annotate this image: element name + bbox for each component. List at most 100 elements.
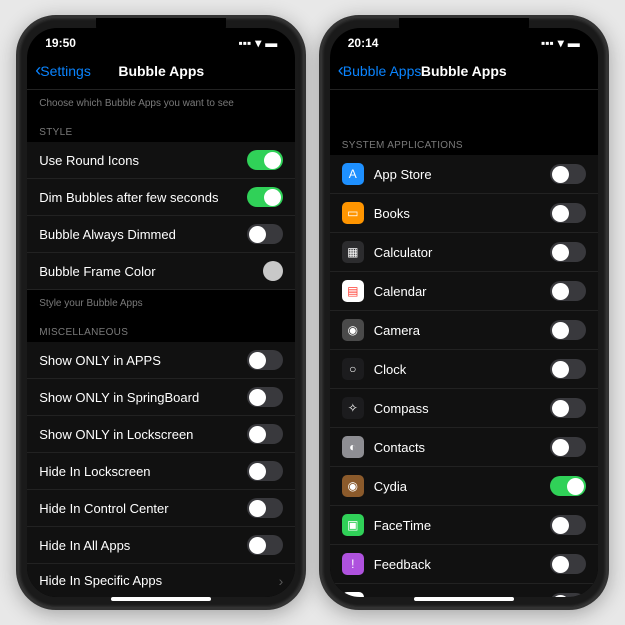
section-header-style: STYLE xyxy=(27,113,295,142)
section-header-system-apps: SYSTEM APPLICATIONS xyxy=(330,90,598,155)
phone-right: 20:14 ▪▪▪ ▾ ▬ ‹ Bubble Apps Bubble Apps … xyxy=(319,15,609,610)
setting-row: Use Round Icons xyxy=(27,142,295,179)
content[interactable]: SYSTEM APPLICATIONS A App Store ▭ Books ▦ Cal… xyxy=(330,90,598,597)
app-label: Compass xyxy=(374,401,550,416)
section-header-misc: MISCELLANEOUS xyxy=(27,313,295,342)
app-row: ○Clock xyxy=(330,350,598,389)
app-label: Calendar xyxy=(374,284,550,299)
setting-row: Dim Bubbles after few seconds xyxy=(27,179,295,216)
screen: 20:14 ▪▪▪ ▾ ▬ ‹ Bubble Apps Bubble Apps … xyxy=(330,28,598,597)
app-row: ◐ Contacts xyxy=(330,428,598,467)
app-icon: ✧ xyxy=(342,397,364,419)
screen: 19:50 ▪▪▪ ▾ ▬ ‹ Settings Bubble Apps Cho… xyxy=(27,28,295,597)
app-row: ! Feedback xyxy=(330,545,598,584)
battery-icon: ▬ xyxy=(568,36,580,50)
setting-row: Hide In All Apps xyxy=(27,527,295,564)
status-time: 20:14 xyxy=(348,36,379,50)
nav-bar: ‹ Bubble Apps Bubble Apps xyxy=(330,54,598,90)
app-label: FaceTime xyxy=(374,518,550,533)
app-toggle[interactable] xyxy=(550,437,586,457)
setting-label: Show ONLY in SpringBoard xyxy=(39,390,247,405)
setting-label: Show ONLY in APPS xyxy=(39,353,247,368)
setting-label: Bubble Always Dimmed xyxy=(39,227,247,242)
app-label: Cydia xyxy=(374,479,550,494)
app-icon: ▦ xyxy=(342,241,364,263)
signal-icon: ▪▪▪ xyxy=(238,36,251,50)
app-icon: ! xyxy=(342,553,364,575)
misc-toggle[interactable] xyxy=(247,424,283,444)
app-icon: ▭ xyxy=(342,202,364,224)
color-dot[interactable] xyxy=(263,261,283,281)
app-label: App Store xyxy=(374,167,550,182)
app-row: A App Store xyxy=(330,155,598,194)
chevron-right-icon: › xyxy=(279,573,284,589)
app-toggle[interactable] xyxy=(550,359,586,379)
content[interactable]: Choose which Bubble Apps you want to see… xyxy=(27,90,295,597)
style-toggle[interactable] xyxy=(247,224,283,244)
misc-toggle[interactable] xyxy=(247,387,283,407)
app-row: ▦ Calculator xyxy=(330,233,598,272)
app-label: Books xyxy=(374,206,550,221)
battery-icon: ▬ xyxy=(265,36,277,50)
wifi-icon: ▾ xyxy=(255,36,261,50)
app-row: ▭ Books xyxy=(330,194,598,233)
app-icon: ▣ xyxy=(342,514,364,536)
app-label: Calculator xyxy=(374,245,550,260)
back-label: Bubble Apps xyxy=(343,63,422,79)
style-toggle[interactable] xyxy=(247,187,283,207)
app-icon: ◐ xyxy=(342,436,364,458)
notch xyxy=(96,18,226,42)
setting-row: Hide In Lockscreen xyxy=(27,453,295,490)
app-row: ▣ FaceTime xyxy=(330,506,598,545)
app-toggle[interactable] xyxy=(550,554,586,574)
app-toggle[interactable] xyxy=(550,164,586,184)
setting-label: Hide In Lockscreen xyxy=(39,464,247,479)
misc-toggle[interactable] xyxy=(247,498,283,518)
nav-bar: ‹ Settings Bubble Apps xyxy=(27,54,295,90)
app-toggle[interactable] xyxy=(550,320,586,340)
app-toggle[interactable] xyxy=(550,281,586,301)
status-time: 19:50 xyxy=(45,36,76,50)
misc-toggle[interactable] xyxy=(247,350,283,370)
setting-row: Show ONLY in APPS xyxy=(27,342,295,379)
app-row: ◉Camera xyxy=(330,311,598,350)
app-toggle[interactable] xyxy=(550,515,586,535)
app-label: Feedback xyxy=(374,557,550,572)
style-toggle[interactable] xyxy=(247,150,283,170)
style-footer: Style your Bubble Apps xyxy=(27,290,295,313)
misc-toggle[interactable] xyxy=(247,535,283,555)
app-icon: ▤ xyxy=(342,280,364,302)
page-title: Bubble Apps xyxy=(118,63,204,79)
status-icons: ▪▪▪ ▾ ▬ xyxy=(541,36,580,50)
notch xyxy=(399,18,529,42)
app-icon: ○ xyxy=(342,358,364,380)
app-toggle[interactable] xyxy=(550,476,586,496)
setting-row: Show ONLY in SpringBoard xyxy=(27,379,295,416)
app-row: ▤ Calendar xyxy=(330,272,598,311)
back-label: Settings xyxy=(40,63,91,79)
app-icon: ▢ xyxy=(342,592,364,597)
app-row: ✧ Compass xyxy=(330,389,598,428)
setting-label: Show ONLY in Lockscreen xyxy=(39,427,247,442)
setting-label: Dim Bubbles after few seconds xyxy=(39,190,247,205)
app-toggle[interactable] xyxy=(550,242,586,262)
setting-label: Hide In Control Center xyxy=(39,501,247,516)
status-icons: ▪▪▪ ▾ ▬ xyxy=(238,36,277,50)
app-icon: ◉ xyxy=(342,319,364,341)
app-toggle[interactable] xyxy=(550,593,586,597)
setting-row: Show ONLY in Lockscreen xyxy=(27,416,295,453)
app-icon: ◉ xyxy=(342,475,364,497)
page-description: Choose which Bubble Apps you want to see xyxy=(27,90,295,113)
app-icon: A xyxy=(342,163,364,185)
app-toggle[interactable] xyxy=(550,398,586,418)
back-button[interactable]: ‹ Bubble Apps xyxy=(338,60,422,81)
app-label: Contacts xyxy=(374,440,550,455)
frame-color-row[interactable]: Bubble Frame Color xyxy=(27,253,295,290)
app-row: ◉ Cydia xyxy=(330,467,598,506)
hide-specific-row[interactable]: Hide In Specific Apps › xyxy=(27,564,295,597)
setting-label: Hide In All Apps xyxy=(39,538,247,553)
misc-toggle[interactable] xyxy=(247,461,283,481)
app-toggle[interactable] xyxy=(550,203,586,223)
back-button[interactable]: ‹ Settings xyxy=(35,60,91,81)
app-row: ▢Files xyxy=(330,584,598,597)
